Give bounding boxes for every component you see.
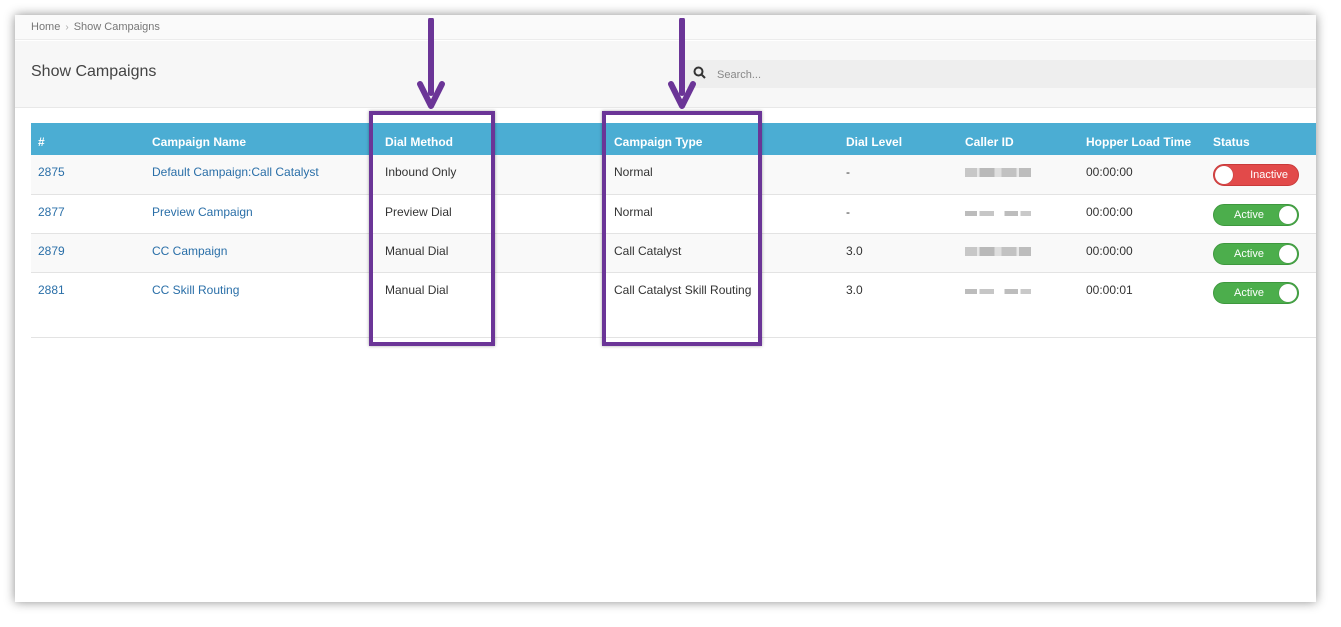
column-header-hopper-load-time[interactable]: Hopper Load Time bbox=[1079, 123, 1206, 155]
campaign-name-link[interactable]: CC Campaign bbox=[152, 244, 227, 258]
status-label: Active bbox=[1234, 208, 1264, 221]
breadcrumb: Home › Show Campaigns bbox=[15, 15, 1316, 40]
campaign-name-link[interactable]: Default Campaign:Call Catalyst bbox=[152, 165, 319, 179]
status-cell: Active bbox=[1206, 233, 1316, 273]
status-cell: Active bbox=[1206, 272, 1316, 338]
status-cell: Active bbox=[1206, 194, 1316, 234]
breadcrumb-separator-icon: › bbox=[65, 22, 69, 33]
column-header-dial-level[interactable]: Dial Level bbox=[839, 123, 958, 155]
redacted-caller-id bbox=[965, 246, 1031, 256]
caller-id-cell bbox=[958, 155, 1079, 195]
column-header-status[interactable]: Status bbox=[1206, 123, 1316, 155]
caller-id-cell bbox=[958, 272, 1079, 338]
campaign-id-link[interactable]: 2881 bbox=[38, 283, 65, 297]
search-input[interactable] bbox=[715, 60, 1299, 90]
toggle-knob bbox=[1279, 244, 1297, 263]
status-label: Active bbox=[1234, 286, 1264, 299]
search-box[interactable] bbox=[685, 60, 1316, 90]
column-header-campaign-name[interactable]: Campaign Name bbox=[145, 123, 378, 155]
page-title: Show Campaigns bbox=[31, 63, 157, 80]
dial-method-highlight-box bbox=[369, 111, 495, 346]
column-header-caller-id[interactable]: Caller ID bbox=[958, 123, 1079, 155]
redacted-caller-id bbox=[965, 210, 1031, 216]
page-header: Show Campaigns bbox=[15, 41, 1316, 108]
campaign-name-link[interactable]: CC Skill Routing bbox=[152, 283, 239, 297]
dial-level-cell: - bbox=[839, 155, 958, 195]
hopper-load-time-cell: 00:00:01 bbox=[1079, 272, 1206, 338]
status-toggle[interactable]: Active bbox=[1213, 281, 1299, 304]
down-arrow-icon bbox=[417, 18, 445, 109]
status-toggle[interactable]: Inactive bbox=[1213, 164, 1299, 186]
hopper-load-time-cell: 00:00:00 bbox=[1079, 233, 1206, 273]
status-toggle[interactable]: Active bbox=[1213, 203, 1299, 226]
column-header-id[interactable]: # bbox=[31, 123, 145, 155]
status-label: Active bbox=[1234, 247, 1264, 260]
down-arrow-icon bbox=[668, 18, 696, 109]
breadcrumb-current: Show Campaigns bbox=[73, 21, 160, 33]
campaign-id-link[interactable]: 2875 bbox=[38, 165, 65, 179]
campaign-type-highlight-box bbox=[602, 111, 762, 346]
breadcrumb-home[interactable]: Home bbox=[31, 21, 60, 33]
toggle-knob bbox=[1215, 166, 1233, 184]
caller-id-cell bbox=[958, 233, 1079, 273]
hopper-load-time-cell: 00:00:00 bbox=[1079, 155, 1206, 195]
campaign-id-link[interactable]: 2879 bbox=[38, 244, 65, 258]
dial-level-cell: - bbox=[839, 194, 958, 234]
redacted-caller-id bbox=[965, 288, 1031, 294]
campaign-id-link[interactable]: 2877 bbox=[38, 205, 65, 219]
toggle-knob bbox=[1279, 205, 1297, 224]
dial-level-cell: 3.0 bbox=[839, 233, 958, 273]
redacted-caller-id bbox=[965, 168, 1031, 177]
status-cell: Inactive bbox=[1206, 155, 1316, 195]
dial-level-cell: 3.0 bbox=[839, 272, 958, 338]
caller-id-cell bbox=[958, 194, 1079, 234]
app-window: Home › Show Campaigns Show Campaigns # Cam… bbox=[15, 15, 1316, 602]
status-toggle[interactable]: Active bbox=[1213, 242, 1299, 265]
status-label: Inactive bbox=[1250, 169, 1288, 181]
hopper-load-time-cell: 00:00:00 bbox=[1079, 194, 1206, 234]
campaign-name-link[interactable]: Preview Campaign bbox=[152, 205, 253, 219]
toggle-knob bbox=[1279, 283, 1297, 302]
